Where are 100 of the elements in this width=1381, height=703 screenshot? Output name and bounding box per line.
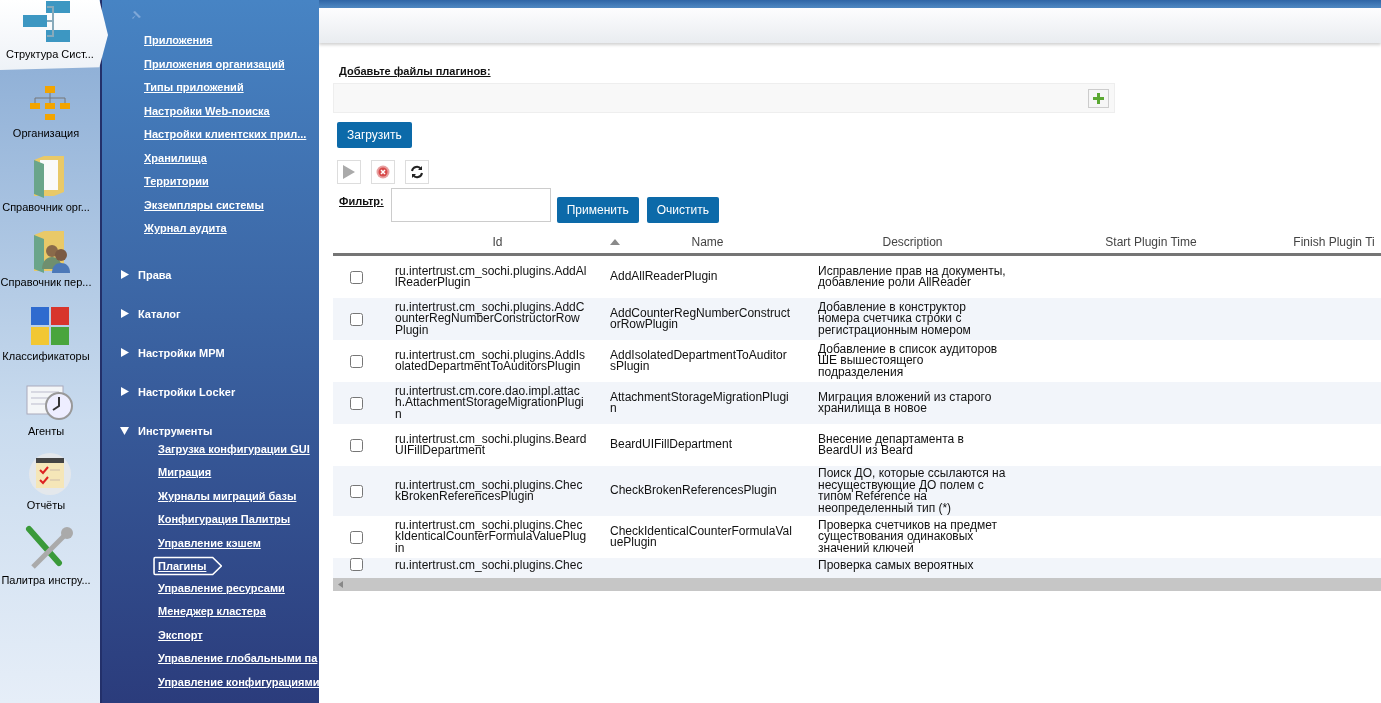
triangle-icon: [120, 387, 129, 396]
plus-icon: [1093, 92, 1104, 104]
rail-item[interactable]: Справочник орг...: [0, 144, 100, 219]
table-cell-text: ru.intertrust.cm_sochi.plugins.BeardUIFillDepartment: [394, 431, 588, 459]
rail-label: Палитра инстру...: [1, 573, 92, 586]
table-cell-text: ru.intertrust.cm.core.dao.impl.attach.AttachmentStorageMigrationPlugin: [394, 383, 585, 423]
nav-link[interactable]: Менеджер кластера: [158, 603, 266, 627]
checklist-icon: [28, 452, 72, 496]
nav-link[interactable]: Типы приложений: [144, 79, 244, 103]
row-checkbox[interactable]: [350, 354, 363, 368]
rail-label: Структура Сист...: [6, 48, 95, 60]
row-checkbox[interactable]: [350, 438, 363, 452]
table-row[interactable]: ru.intertrust.cm.core.dao.impl.attach.AttachmentStorageMigrationPlugin AttachmentStorageMigrationPlugin Миграция вложений из старого хранилища в новое: [333, 382, 1381, 424]
table-cell-text: Внесение департамента в BeardUI из Beard: [817, 431, 965, 459]
table-cell-text: AddIsolatedDepartmentToAuditorsPlugin: [609, 347, 788, 375]
rail-item[interactable]: Отчёты: [0, 442, 100, 517]
nav-link[interactable]: Приложения: [144, 32, 213, 56]
upload-button[interactable]: Загрузить: [337, 122, 412, 148]
nav-link[interactable]: Настройки клиентских прил...: [144, 126, 307, 150]
nav-link[interactable]: Плагины: [153, 556, 223, 576]
rail-label: Справочник орг...: [2, 201, 91, 213]
triangle-icon: [120, 426, 129, 435]
column-header[interactable]: Name: [605, 233, 810, 253]
rail-label: Организация: [12, 126, 81, 139]
nav-group[interactable]: Права: [102, 266, 172, 283]
run-button[interactable]: [337, 160, 361, 184]
rail-item[interactable]: Организация: [0, 70, 100, 145]
row-checkbox[interactable]: [350, 558, 363, 571]
table-row[interactable]: ru.intertrust.cm_sochi.plugins.AddCounterRegNumberConstructorRowPlugin AddCounterRegNumberConstructorRowPlugin Добавление в конструктор номера счетчика строки с регистрационным номером: [333, 298, 1381, 340]
table-row[interactable]: ru.intertrust.cm_sochi.plugins.CheckBrokenReferencesPlugin CheckBrokenReferencesPlugin Поиск ДО, которые ссылаются на несуществующие ДО полем с типом Reference на неопределенный тип (*): [333, 466, 1381, 516]
rail-label: Отчёты: [26, 499, 67, 511]
stop-button[interactable]: [371, 160, 395, 184]
nav-link[interactable]: Настройки Web-поиска: [144, 102, 270, 126]
table-cell-text: ru.intertrust.cm_sochi.plugins.AddIsolatedDepartmentToAuditorsPlugin: [394, 347, 587, 375]
nav-link[interactable]: Загрузка конфигурации GUI: [158, 440, 310, 464]
nav-link[interactable]: Миграция: [158, 464, 212, 488]
table-cell-text: AddCounterRegNumberConstructorRowPlugin: [609, 305, 792, 333]
apply-button[interactable]: Применить: [556, 197, 639, 223]
row-checkbox[interactable]: [350, 312, 363, 326]
table-cell-text: ru.intertrust.cm_sochi.plugins.Chec: [394, 558, 584, 574]
table-cell-text: AttachmentStorageMigrationPlugin: [609, 389, 790, 417]
sort-icon: [610, 239, 620, 245]
rail-item[interactable]: Структура Сист...: [0, 0, 108, 70]
play-icon: [343, 165, 355, 179]
table-row[interactable]: ru.intertrust.cm_sochi.plugins.Chec Проверка самых вероятных: [333, 558, 1381, 578]
row-checkbox[interactable]: [350, 270, 363, 284]
table-cell-text: Исправление прав на документы, добавление роли AllReader: [817, 263, 1007, 291]
nav-link[interactable]: Конфигурация Палитры: [158, 511, 291, 535]
nav-link[interactable]: Управление кэшем: [158, 534, 261, 558]
nav-link[interactable]: Экспорт: [158, 626, 203, 650]
rail-label: Классификаторы: [2, 350, 91, 362]
table-cell-text: CheckIdenticalCounterFormulaValuePlugin: [609, 523, 793, 551]
rail-item[interactable]: Справочник пер...: [0, 219, 100, 294]
table-cell-text: BeardUIFillDepartment: [609, 437, 734, 453]
nav-link[interactable]: Журнал аудита: [144, 220, 227, 244]
triangle-icon: [120, 348, 129, 357]
table-cell-text: Проверка самых вероятных: [817, 558, 975, 574]
table-cell-text: Добавление в список аудиторов ШЕ вышестоящего подразделения: [817, 341, 999, 381]
filter-field[interactable]: [390, 188, 551, 222]
nav-group[interactable]: Каталог: [102, 305, 181, 322]
nav-group[interactable]: Инструменты: [102, 422, 213, 439]
rail-item[interactable]: Классификаторы: [0, 293, 100, 368]
nav-link[interactable]: Управление ресурсами: [158, 579, 285, 603]
column-header[interactable]: Description: [810, 233, 1015, 253]
table-cell-text: Поиск ДО, которые ссылаются на несуществующие ДО полем с типом Reference на неопределенный тип (*): [817, 466, 1007, 516]
rail-label: Агенты: [27, 424, 66, 437]
nav-link[interactable]: Управление глобальными па: [158, 650, 318, 674]
row-checkbox[interactable]: [350, 484, 363, 498]
nav-link[interactable]: Территории: [144, 173, 209, 197]
nav-group[interactable]: Настройки Locker: [102, 383, 236, 400]
table-cell-text: ru.intertrust.cm_sochi.plugins.AddCounterRegNumberConstructorRowPlugin: [394, 299, 586, 339]
nav-link[interactable]: Хранилища: [144, 149, 207, 173]
table-cell-text: ru.intertrust.cm_sochi.plugins.CheckBrokenReferencesPlugin: [394, 477, 584, 505]
cancel-icon: [376, 165, 390, 179]
row-checkbox[interactable]: [350, 396, 363, 410]
clear-button[interactable]: Очистить: [646, 197, 719, 223]
nav-group[interactable]: Настройки MPM: [102, 344, 225, 361]
row-checkbox[interactable]: [350, 530, 363, 544]
nav-link[interactable]: Экземпляры системы: [144, 196, 264, 220]
nav-link[interactable]: Журналы миграций базы: [158, 487, 297, 511]
nav-link[interactable]: Приложения организаций: [144, 55, 285, 79]
upload-label: Добавьте файлы плагинов:: [339, 65, 492, 77]
horizontal-scrollbar[interactable]: [333, 578, 1381, 591]
table-cell-text: ru.intertrust.cm_sochi.plugins.AddAllReaderPlugin: [394, 263, 588, 291]
column-header[interactable]: Id: [390, 233, 605, 253]
table-cell-text: Миграция вложений из старого хранилища в новое: [817, 389, 993, 417]
add-button[interactable]: [1088, 88, 1109, 108]
refresh-icon: [410, 165, 424, 179]
column-header[interactable]: Finish Plugin Ti: [1287, 233, 1381, 253]
nav-link[interactable]: Управление конфигурациями: [158, 673, 320, 697]
table-cell-text: AddAllReaderPlugin: [609, 269, 719, 285]
rail-item[interactable]: Агенты: [0, 368, 100, 443]
table-cell-text: ru.intertrust.cm_sochi.plugins.CheckIdenticalCounterFormulaValuePlugin: [394, 517, 588, 557]
column-header[interactable]: Start Plugin Time: [1015, 233, 1287, 253]
rail-item[interactable]: Палитра инстру...: [0, 517, 100, 592]
triangle-icon: [120, 309, 129, 318]
table-cell-text: Добавление в конструктор номера счетчика строки с регистрационным номером: [817, 299, 972, 339]
refresh-button[interactable]: [405, 160, 429, 184]
triangle-icon: [120, 270, 129, 279]
table-cell-text: Проверка счетчиков на предмет существования одинаковых значений ключей: [817, 517, 998, 557]
